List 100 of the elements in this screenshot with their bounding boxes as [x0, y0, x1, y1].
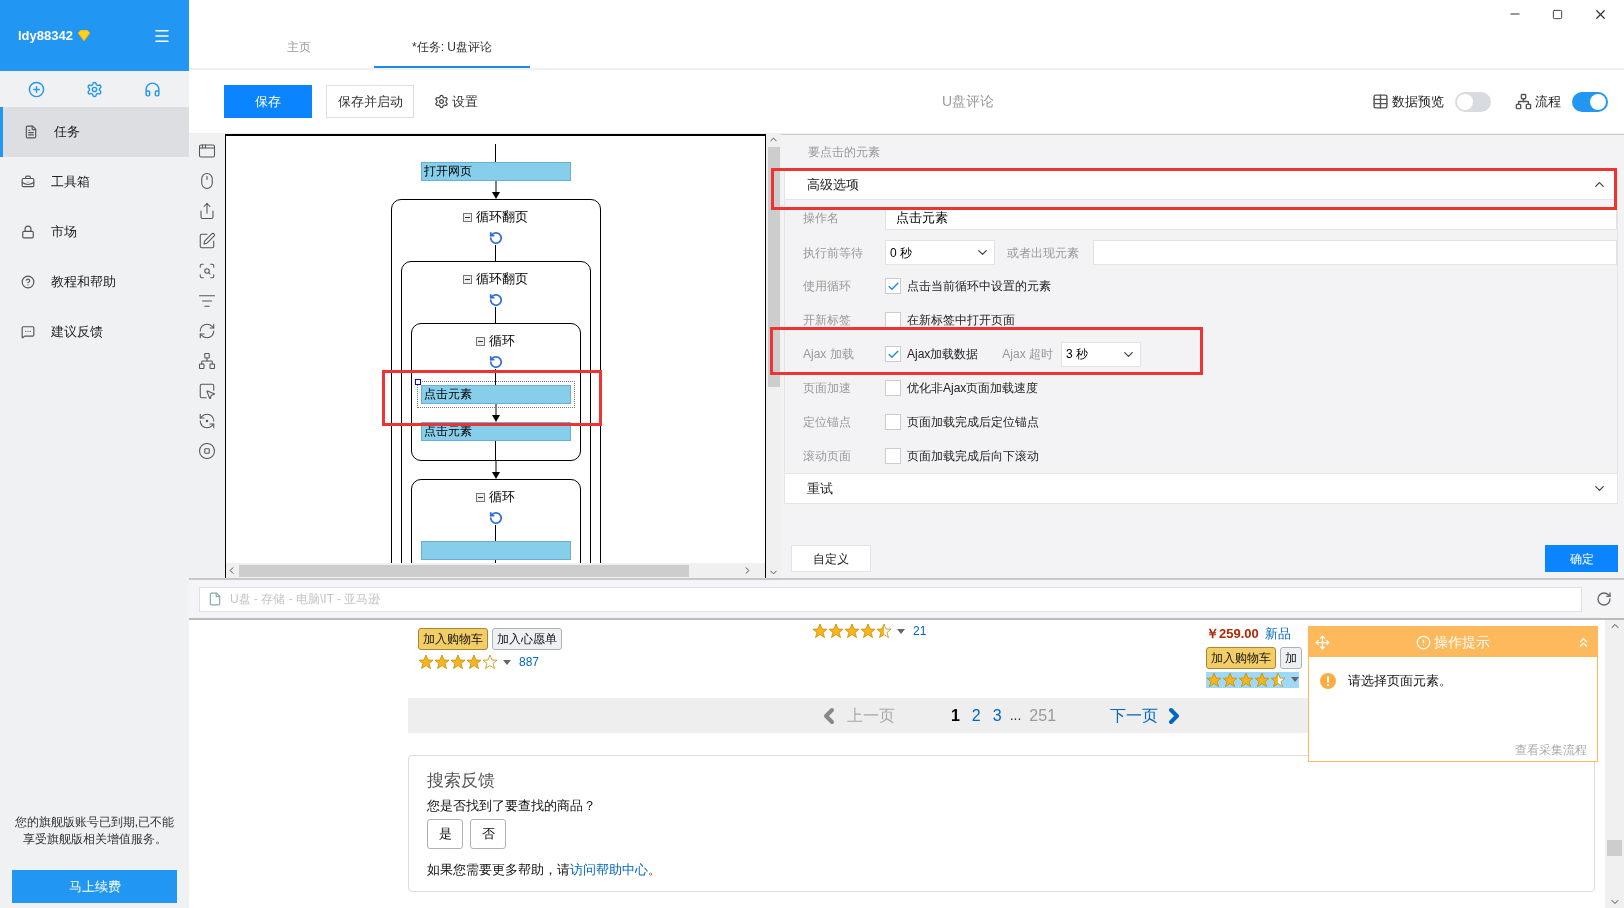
element-field[interactable] — [1093, 240, 1617, 265]
briefcase-icon — [21, 175, 35, 189]
review-count-link[interactable]: 887 — [519, 653, 540, 671]
page-link[interactable]: 2 — [971, 703, 981, 728]
select-field[interactable]: 0 秒 — [885, 240, 995, 265]
checkbox-label: Ajax加载数据 — [907, 346, 979, 363]
action-node[interactable]: 点击元素 — [420, 385, 571, 404]
last-page: 251 — [1029, 705, 1057, 726]
list-icon[interactable] — [198, 292, 216, 310]
nav-item[interactable]: 建议反馈 — [0, 307, 189, 357]
scrollbar-thumb[interactable] — [1607, 840, 1622, 856]
field-label: Ajax 加载 — [803, 346, 855, 363]
checkbox-label: 在新标签中打开页面 — [907, 312, 1015, 329]
page-link[interactable]: 3 — [992, 703, 1002, 728]
price: ￥259.00 — [1206, 625, 1259, 643]
settings-button[interactable]: 设置 — [434, 91, 478, 112]
add-to-cart-button[interactable]: 加入购物车 — [418, 628, 488, 650]
loop-label: 循环翻页 — [476, 270, 528, 289]
refresh-icon[interactable] — [198, 322, 216, 340]
collapse-icon[interactable] — [476, 336, 485, 346]
wishlist-button[interactable]: 加 — [1280, 646, 1302, 669]
add-to-cart-button[interactable]: 加入购物车 — [1206, 646, 1276, 669]
star-icon — [1270, 671, 1286, 688]
gear-icon — [434, 94, 449, 109]
collapse-icon[interactable] — [476, 492, 485, 502]
toggle-label: 流程 — [1535, 92, 1561, 111]
checkbox[interactable] — [885, 414, 901, 430]
checkbox[interactable] — [885, 448, 901, 464]
nav-item[interactable]: 教程和帮助 — [0, 257, 189, 307]
collapse-icon[interactable] — [463, 274, 472, 284]
ellipsis: ... — [1009, 706, 1022, 725]
checkbox[interactable] — [885, 380, 901, 396]
alert-icon — [1416, 634, 1431, 650]
search-icon[interactable] — [198, 262, 216, 280]
loop-icon — [488, 511, 503, 525]
review-count-link[interactable]: 21 — [913, 622, 927, 640]
page-link[interactable]: 1 — [950, 703, 960, 728]
diamond-icon — [76, 29, 91, 42]
field-label: 开新标签 — [803, 312, 852, 329]
field-label: 执行前等待 — [803, 244, 864, 262]
answer-button[interactable]: 否 — [470, 819, 506, 849]
new-badge-link[interactable]: 新品 — [1264, 624, 1291, 644]
caret-icon[interactable] — [1291, 677, 1299, 682]
checkbox[interactable] — [885, 278, 901, 294]
star-icon — [1254, 671, 1270, 688]
star-icon — [1222, 671, 1238, 688]
selection-handle[interactable] — [414, 379, 421, 385]
page-scrollbar[interactable] — [1605, 620, 1624, 908]
wishlist-button[interactable]: 加入心愿单 — [492, 628, 562, 650]
loop-label: 循环 — [489, 488, 515, 507]
loop-label: 循环 — [489, 332, 515, 351]
hierarchy-icon[interactable] — [198, 352, 216, 370]
action-node[interactable] — [420, 541, 571, 560]
section-header[interactable]: 重试 — [784, 473, 1618, 504]
task-title: U盘评论 — [941, 92, 995, 111]
section-header[interactable]: 高级选项 — [784, 169, 1618, 200]
vertical-scrollbar[interactable] — [765, 134, 781, 578]
field-label: 操作名 — [803, 210, 840, 227]
nav-item[interactable]: 市场 — [0, 207, 189, 257]
star-icon — [434, 654, 450, 670]
caret-icon[interactable] — [897, 628, 905, 634]
expiry-notice: 您的旗舰版账号已到期,已不能享受旗舰版相关增值服务。 — [13, 814, 176, 848]
toggle-switch[interactable] — [1455, 91, 1491, 112]
tip-message: 请选择页面元素。 — [1348, 672, 1452, 690]
custom-button[interactable]: 自定义 — [791, 545, 871, 572]
toggle-label: 数据预览 — [1392, 92, 1444, 111]
loop-icon[interactable] — [198, 412, 216, 430]
star-icon — [418, 654, 434, 670]
nav-item[interactable]: 任务 — [0, 107, 189, 157]
checkbox[interactable] — [885, 346, 901, 362]
pointer-icon[interactable] — [198, 382, 216, 400]
caret-icon[interactable] — [503, 659, 511, 665]
save-button[interactable]: 保存 — [224, 85, 312, 118]
nav-item[interactable]: 工具箱 — [0, 157, 189, 207]
plus-icon[interactable] — [28, 80, 46, 98]
field-label: Ajax 超时 — [1002, 346, 1054, 363]
next-page-link[interactable]: 下一页 — [1110, 703, 1187, 728]
mouse-icon[interactable] — [198, 172, 216, 190]
upload-icon[interactable] — [198, 202, 216, 220]
confirm-button[interactable]: 确定 — [1545, 545, 1618, 572]
stop-icon[interactable] — [198, 442, 216, 460]
window-icon[interactable] — [198, 142, 216, 160]
collapse-icon[interactable] — [463, 212, 472, 222]
toggle-switch[interactable] — [1572, 91, 1608, 112]
select-field[interactable]: 3 秒 — [1061, 341, 1142, 367]
action-node[interactable]: 打开网页 — [420, 162, 571, 181]
field-label: 滚动页面 — [803, 448, 852, 465]
refresh-icon[interactable] — [1596, 591, 1612, 607]
save-and-start-button[interactable]: 保存并启动 — [326, 85, 414, 118]
help-center-link[interactable]: 访问帮助中心 — [570, 862, 648, 877]
maximize-icon[interactable] — [1552, 8, 1563, 20]
document-icon — [24, 125, 38, 139]
horizontal-scrollbar[interactable] — [226, 563, 765, 578]
edit-icon[interactable] — [198, 232, 216, 250]
answer-button[interactable]: 是 — [427, 819, 463, 849]
tab[interactable]: *任务: U盘评论 — [374, 28, 530, 68]
checkbox[interactable] — [885, 312, 901, 328]
settings-icon[interactable] — [86, 80, 103, 98]
headset-icon[interactable] — [143, 80, 161, 98]
star-icon — [482, 654, 498, 670]
